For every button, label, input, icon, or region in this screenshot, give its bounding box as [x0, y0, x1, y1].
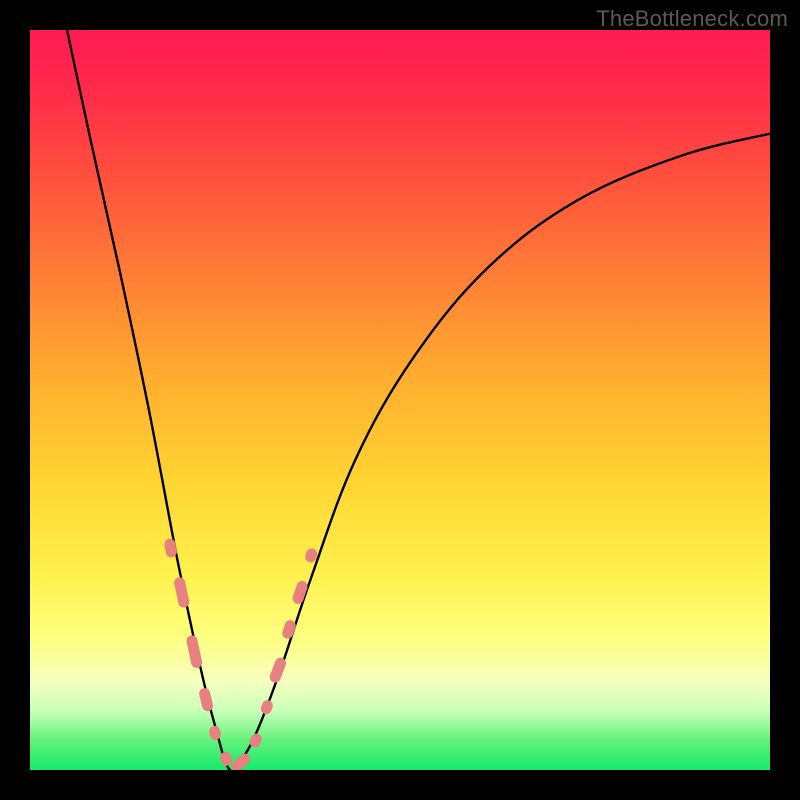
bead-marker — [208, 725, 222, 741]
v-curve — [67, 30, 770, 770]
attribution-label: TheBottleneck.com — [596, 6, 788, 32]
bead-marker — [230, 751, 253, 770]
bead-marker — [281, 619, 297, 640]
bead-group — [163, 538, 318, 770]
plot-area — [30, 30, 770, 770]
bead-marker — [198, 687, 214, 712]
bead-marker — [185, 634, 203, 669]
bead-marker — [219, 750, 234, 767]
bead-marker — [268, 656, 287, 684]
chart-frame: TheBottleneck.com — [0, 0, 800, 800]
bead-marker — [163, 538, 177, 559]
bead-marker — [259, 699, 274, 716]
curve-layer — [30, 30, 770, 770]
bead-marker — [173, 576, 190, 608]
